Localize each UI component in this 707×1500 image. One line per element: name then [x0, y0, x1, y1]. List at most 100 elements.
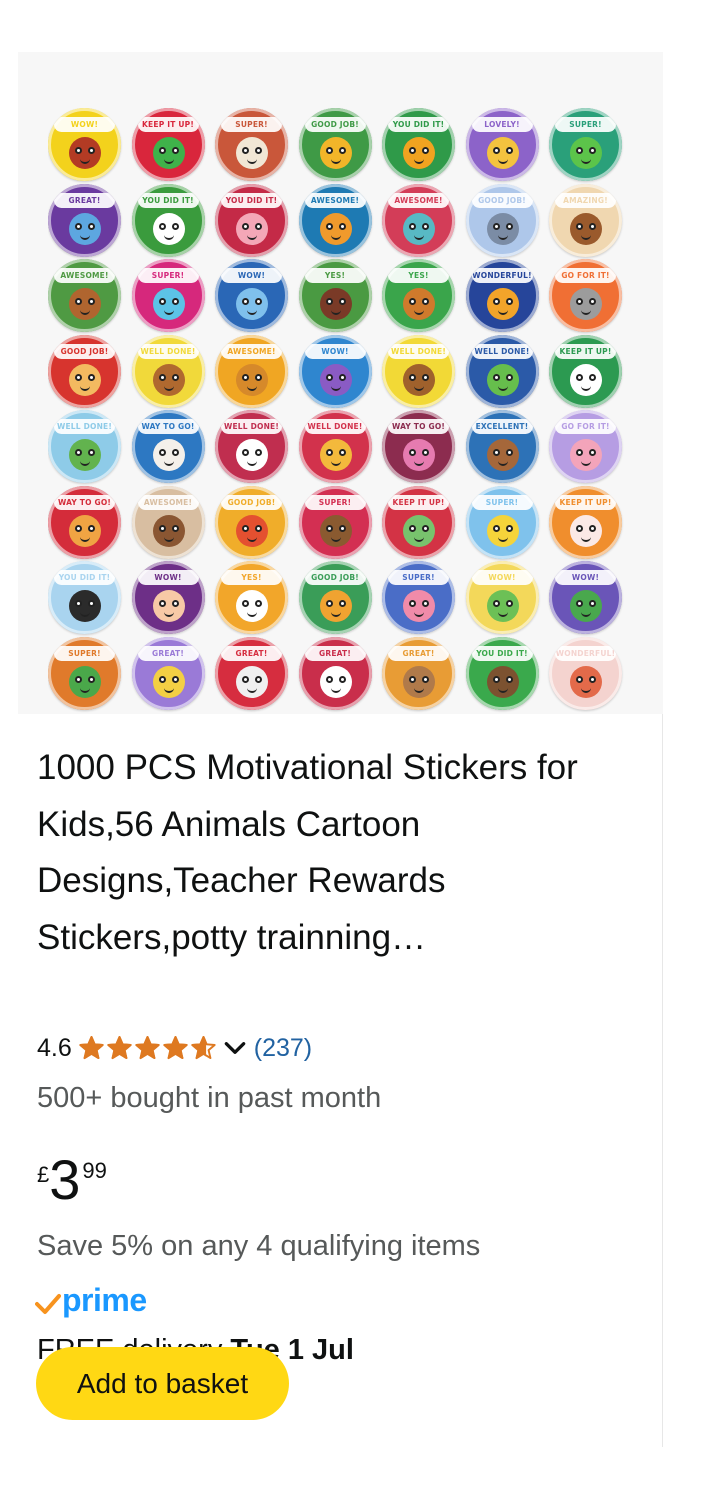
sticker-banner: YOU DID IT! [388, 117, 449, 132]
sticker: AMAZING! [549, 183, 622, 257]
animal-face-icon [570, 514, 602, 547]
product-image[interactable]: WOW! KEEP IT UP! SUPER! GOOD JOB! YOU DID IT… [18, 52, 663, 714]
animal-face-icon [319, 212, 352, 245]
star-full-icon [135, 1035, 160, 1060]
sticker-banner: WOW! [54, 117, 115, 132]
star-rating[interactable] [78, 1035, 218, 1061]
sticker: GREAT! [131, 636, 205, 710]
animal-face-icon [570, 590, 602, 622]
sticker: KEEP IT UP! [131, 108, 205, 181]
sticker-banner: AWESOME! [221, 343, 282, 359]
animal-face-icon [403, 363, 435, 396]
sticker: GOOD JOB! [465, 183, 539, 257]
animal-face-icon [486, 212, 519, 245]
review-count-link[interactable]: (237) [254, 1034, 312, 1063]
animal-face-icon [152, 665, 185, 698]
sticker-banner: GOOD JOB! [304, 117, 366, 132]
animal-face-icon [570, 137, 602, 169]
sticker-banner: GOOD JOB! [221, 494, 282, 510]
sticker-banner: WAY TO GO! [54, 494, 115, 510]
sticker-banner: WELL DONE! [471, 343, 533, 359]
animal-face-icon [69, 514, 101, 547]
animal-face-icon [236, 514, 268, 547]
animal-face-icon [69, 439, 101, 471]
animal-face-icon [236, 439, 268, 471]
sticker: WELL DONE! [298, 410, 372, 483]
star-full-icon [79, 1035, 104, 1060]
sticker: YOU DID IT! [48, 561, 121, 634]
animal-face-icon [236, 212, 268, 245]
sticker: SUPER! [131, 259, 205, 332]
sticker: WAY TO GO! [382, 410, 455, 483]
prime-badge: prime [35, 1282, 147, 1318]
sticker-banner: AMAZING! [555, 192, 616, 208]
sticker-banner: YES! [221, 570, 282, 585]
animal-face-icon [570, 212, 602, 245]
sticker-banner: SUPER! [221, 117, 282, 132]
animal-face-icon [152, 212, 185, 245]
sticker-banner: WONDERFUL! [471, 268, 533, 283]
sticker-banner: WOW! [471, 570, 533, 585]
sticker-sheet-image[interactable]: WOW! KEEP IT UP! SUPER! GOOD JOB! YOU DID IT… [48, 108, 633, 714]
sticker: WELL DONE! [382, 334, 455, 408]
animal-face-icon [570, 439, 602, 471]
sticker-banner: YES! [388, 268, 449, 283]
prime-check-icon [35, 1294, 61, 1314]
animal-face-icon [403, 137, 435, 169]
animal-face-icon [403, 288, 435, 320]
animal-face-icon [486, 363, 519, 396]
sticker: SUPER! [382, 561, 455, 634]
sticker: AWESOME! [48, 259, 121, 332]
sticker: GREAT! [215, 636, 288, 710]
animal-face-icon [319, 665, 352, 698]
sticker: YOU DID IT! [382, 108, 455, 181]
sticker-banner: LOVELY! [471, 117, 533, 132]
sticker-banner: WONDERFUL! [555, 645, 616, 661]
animal-face-icon [403, 590, 435, 622]
sticker-banner: AWESOME! [304, 192, 366, 208]
animal-face-icon [486, 514, 519, 547]
sticker-banner: WELL DONE! [388, 343, 449, 359]
animal-face-icon [319, 514, 352, 547]
animal-face-icon [152, 514, 185, 547]
sticker-banner: WELL DONE! [304, 419, 366, 434]
sticker-banner: GO FOR IT! [555, 268, 616, 283]
sticker: GOOD JOB! [48, 334, 121, 408]
sticker-banner: YOU DID IT! [137, 192, 199, 208]
sticker: SUPER! [465, 485, 539, 559]
sticker-banner: SUPER! [137, 268, 199, 283]
sticker-banner: KEEP IT UP! [388, 494, 449, 510]
sticker-banner: KEEP IT UP! [555, 494, 616, 510]
chevron-down-icon[interactable] [222, 1035, 248, 1061]
animal-face-icon [69, 212, 101, 245]
product-title[interactable]: 1000 PCS Motivational Stickers for Kids,… [37, 740, 647, 966]
sticker-banner: AWESOME! [388, 192, 449, 208]
sticker-banner: WAY TO GO! [137, 419, 199, 434]
star-full-icon [163, 1035, 188, 1060]
animal-face-icon [69, 137, 101, 169]
sticker-banner: WELL DONE! [221, 419, 282, 434]
animal-face-icon [152, 590, 185, 622]
add-to-basket-button[interactable]: Add to basket [36, 1347, 289, 1420]
sticker: GREAT! [298, 636, 372, 710]
sticker-banner: KEEP IT UP! [555, 343, 616, 359]
animal-face-icon [236, 665, 268, 698]
animal-face-icon [570, 363, 602, 396]
price-currency: £ [37, 1162, 50, 1187]
sticker: YOU DID IT! [215, 183, 288, 257]
animal-face-icon [69, 590, 101, 622]
sticker: WOW! [549, 561, 622, 634]
sticker-banner: GREAT! [54, 192, 115, 208]
product-card[interactable]: WOW! KEEP IT UP! SUPER! GOOD JOB! YOU DID IT… [18, 52, 663, 1447]
sticker-banner: SUPER! [54, 645, 115, 661]
sticker: LOVELY! [465, 108, 539, 181]
sticker: KEEP IT UP! [549, 485, 622, 559]
sticker: WOW! [465, 561, 539, 634]
star-half-icon [191, 1035, 216, 1060]
sticker: YOU DID IT! [131, 183, 205, 257]
animal-face-icon [152, 288, 185, 320]
sticker-banner: YOU DID IT! [471, 645, 533, 661]
sticker: YES! [215, 561, 288, 634]
sticker-banner: WOW! [221, 268, 282, 283]
star-full-icon [107, 1035, 132, 1060]
